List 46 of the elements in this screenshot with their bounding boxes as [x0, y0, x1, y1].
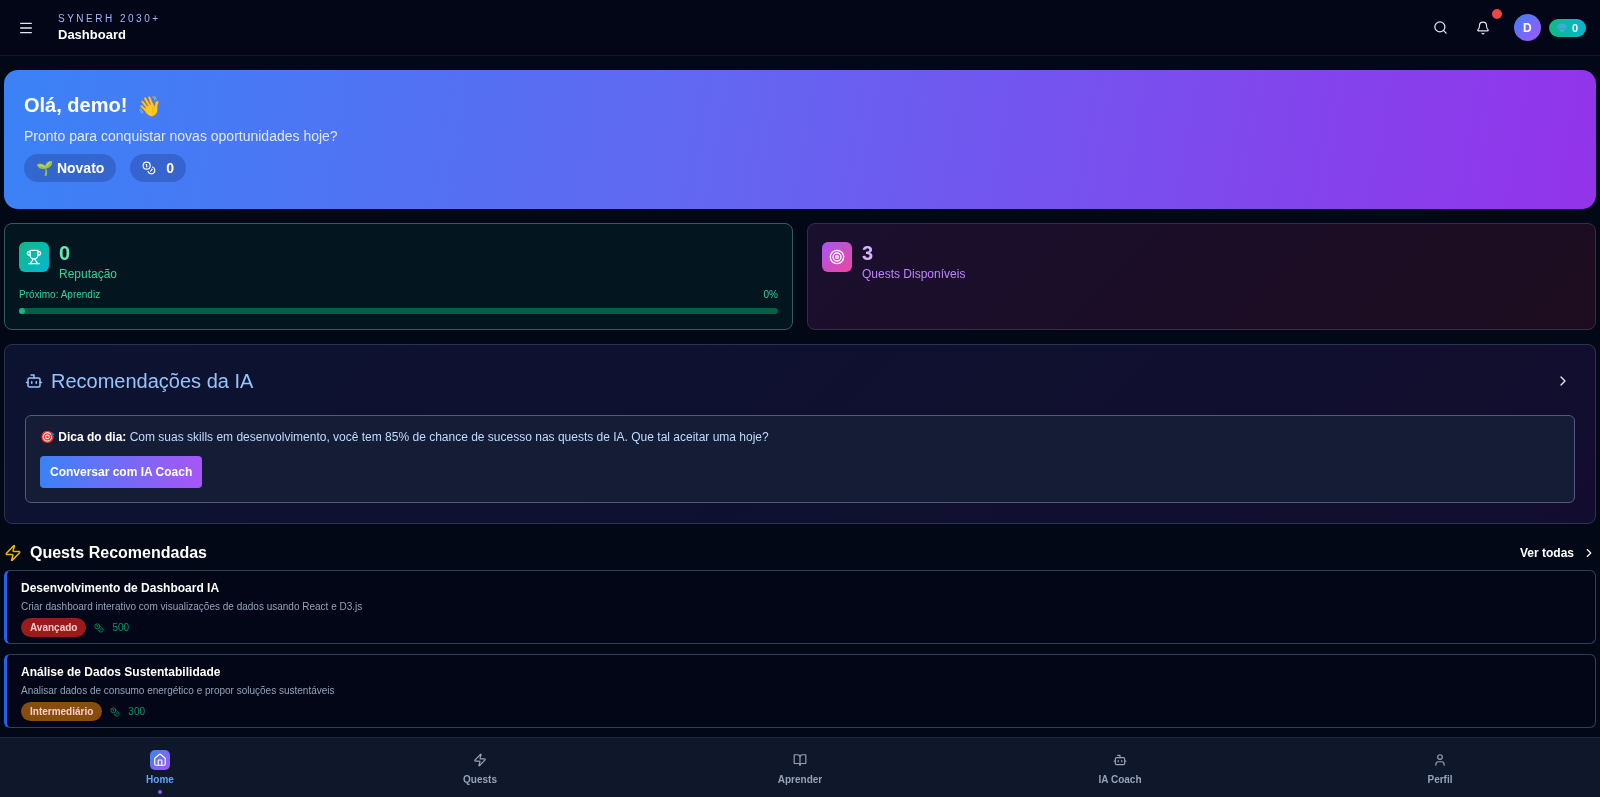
- quest-title: Desenvolvimento de Dashboard IA: [21, 581, 221, 595]
- brand-name: SYNERH 2030+: [58, 13, 162, 24]
- difficulty-tag: Intermediário: [21, 702, 103, 721]
- quest-points: 300: [128, 706, 146, 717]
- home-icon: [150, 750, 170, 770]
- trophy-icon: [19, 242, 49, 272]
- chat-coach-button[interactable]: Conversar com IA Coach: [40, 456, 203, 488]
- nav-tab[interactable]: Home: [0, 738, 320, 797]
- robot-icon: [25, 372, 43, 390]
- wave-emoji: 👋: [137, 94, 163, 118]
- user-avatar[interactable]: D: [1513, 14, 1541, 41]
- quest-card[interactable]: Análise de Dados Sustentabilidade Analisar dados de consumo energético e propor soluções sustentáveis Intermediário 300: [4, 654, 1596, 728]
- quest-card[interactable]: Desenvolvimento de Dashboard IA Criar dashboard interativo com visualizações de dados usando React e D3.js Avançado 500: [4, 570, 1596, 644]
- nav-tab[interactable]: Perfil: [1280, 738, 1600, 797]
- quest-description: Criar dashboard interativo com visualizações de dados usando React e D3.js: [21, 601, 364, 612]
- stat-value: 0: [59, 242, 72, 265]
- greeting: Olá, demo!: [24, 94, 128, 118]
- section-title: Recomendações da IA: [51, 369, 255, 393]
- next-level-label: Próximo: Aprendiz: [19, 289, 101, 300]
- difficulty-tag: Avançado: [21, 618, 87, 637]
- nav-tab[interactable]: IA Coach: [960, 738, 1280, 797]
- section-title: Quests Recomendadas: [30, 544, 208, 562]
- quest-title: Análise de Dados Sustentabilidade: [21, 665, 222, 679]
- coins-icon: [94, 622, 105, 633]
- search-icon: [1432, 20, 1448, 35]
- see-all-link[interactable]: Ver todas: [1519, 546, 1596, 560]
- quest-description: Analisar dados de consumo energético e propor soluções sustentáveis: [21, 685, 336, 696]
- coins-badge: 0: [130, 154, 187, 182]
- progress-percent: 0%: [763, 289, 778, 300]
- lightning-icon: [4, 544, 22, 562]
- stat-label: Quests Disponíveis: [862, 267, 966, 281]
- gem-counter: 0: [1548, 18, 1586, 37]
- bell-icon: [1475, 20, 1490, 35]
- tip-text: 🎯 Dica do dia: Com suas skills em desenvolvimento, você tem 85% de chance de sucesso nas quests de IA. Que tal aceitar uma hoje?: [40, 430, 770, 444]
- nav-tab[interactable]: Aprender: [640, 738, 960, 797]
- coins-icon: [142, 161, 157, 175]
- nav-tab[interactable]: Quests: [320, 738, 640, 797]
- gem-icon: [1556, 22, 1567, 33]
- page-title: Dashboard: [58, 27, 127, 42]
- stat-label: Reputação: [59, 267, 118, 281]
- quest-points: 500: [112, 622, 130, 633]
- target-icon: [822, 242, 852, 272]
- level-badge: 🌱 Novato: [24, 154, 117, 182]
- coins-icon: [110, 706, 121, 717]
- stat-value: 3: [862, 242, 875, 265]
- welcome-subtitle: Pronto para conquistar novas oportunidades hoje?: [24, 128, 339, 144]
